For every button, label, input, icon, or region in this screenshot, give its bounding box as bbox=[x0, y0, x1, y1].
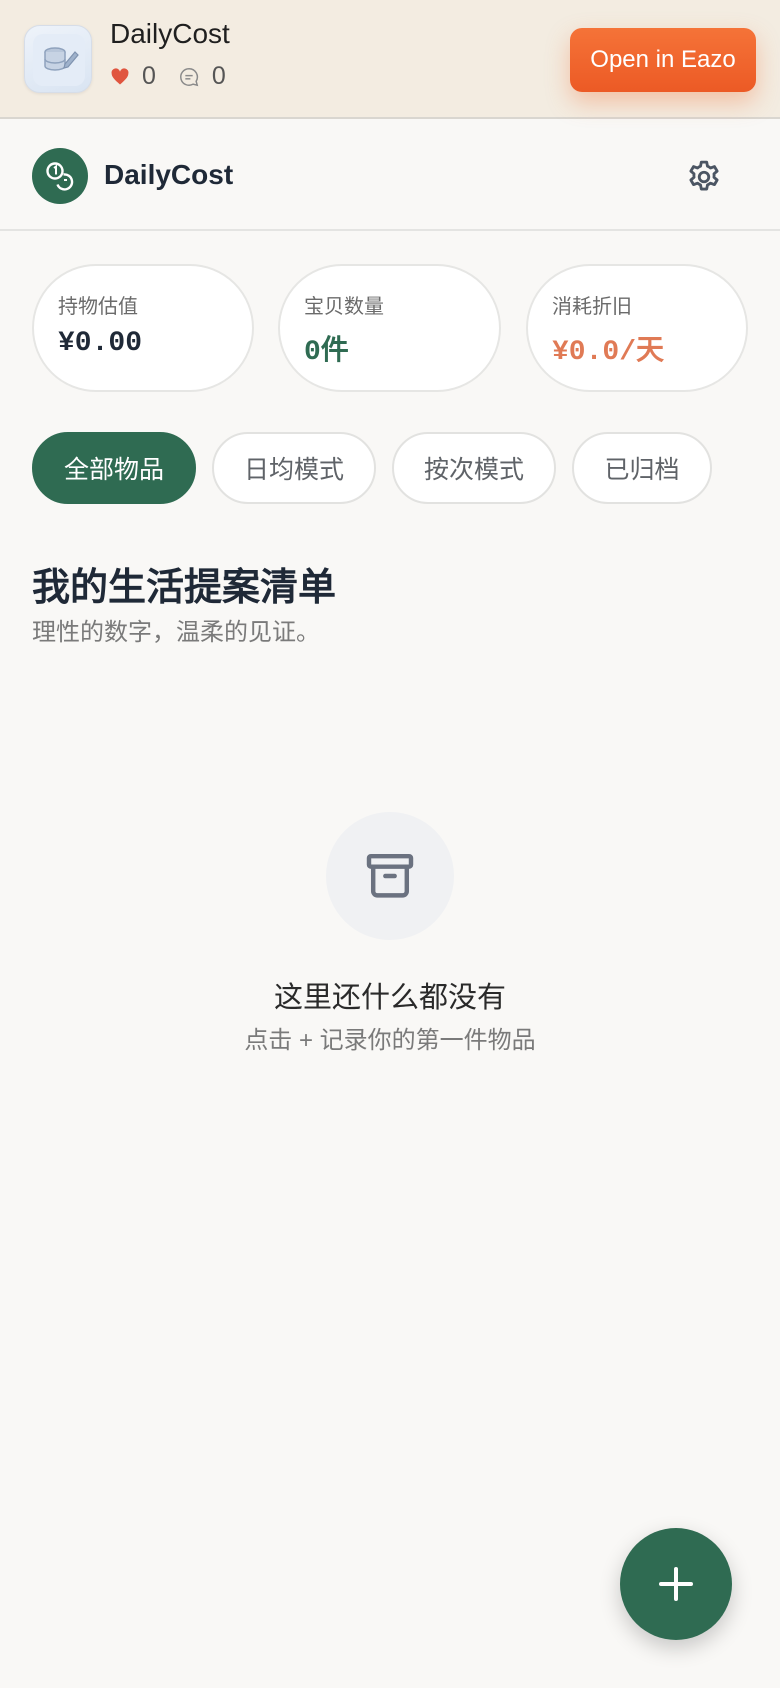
app-promo-banner: DailyCost 0 0 Open in Eazo bbox=[0, 0, 780, 119]
add-item-button[interactable] bbox=[620, 1528, 732, 1640]
settings-button[interactable] bbox=[682, 155, 726, 199]
stat-label: 宝贝数量 bbox=[304, 296, 384, 318]
likes-count: 0 bbox=[142, 62, 156, 90]
open-in-eazo-button[interactable]: Open in Eazo bbox=[570, 28, 756, 92]
stat-value: ¥0.00 bbox=[58, 328, 143, 359]
comments-count: 0 bbox=[211, 62, 226, 90]
plus-icon bbox=[659, 1567, 693, 1601]
comments-stat[interactable]: 0 bbox=[178, 62, 226, 91]
stat-value: 0件 bbox=[304, 337, 349, 368]
promo-app-name: DailyCost bbox=[110, 18, 230, 49]
empty-state-title: 这里还什么都没有 bbox=[273, 982, 506, 1014]
stat-card-item-count: 宝贝数量 0件 bbox=[278, 264, 501, 392]
stat-value: ¥0.0/天 bbox=[552, 337, 665, 368]
tab-archived[interactable]: 已归档 bbox=[572, 432, 712, 504]
empty-state-illustration bbox=[326, 812, 454, 940]
page-subtitle: 理性的数字，温柔的见证。 bbox=[32, 619, 320, 646]
app-coins-icon bbox=[24, 25, 92, 93]
app-title: DailyCost bbox=[104, 159, 234, 190]
tab-per-use-mode[interactable]: 按次模式 bbox=[392, 432, 556, 504]
tab-all-items[interactable]: 全部物品 bbox=[32, 432, 196, 504]
page-title: 我的生活提案清单 bbox=[32, 567, 337, 609]
comment-icon bbox=[179, 67, 199, 86]
stat-card-depreciation: 消耗折旧 ¥0.0/天 bbox=[526, 264, 748, 392]
tab-daily-mode[interactable]: 日均模式 bbox=[212, 432, 376, 504]
archive-box-icon bbox=[366, 853, 414, 898]
empty-state-hint: 点击 + 记录你的第一件物品 bbox=[244, 1027, 536, 1054]
likes-stat[interactable]: 0 bbox=[110, 62, 156, 91]
coins-logo-icon bbox=[32, 148, 88, 204]
heart-icon bbox=[111, 67, 129, 84]
app-header: DailyCost bbox=[0, 121, 780, 231]
stat-label: 持物估值 bbox=[58, 296, 138, 318]
stat-card-holding-value: 持物估值 ¥0.00 bbox=[32, 264, 254, 392]
promo-stats: 0 0 bbox=[110, 62, 248, 91]
gear-icon bbox=[689, 160, 719, 191]
stat-label: 消耗折旧 bbox=[552, 296, 632, 318]
